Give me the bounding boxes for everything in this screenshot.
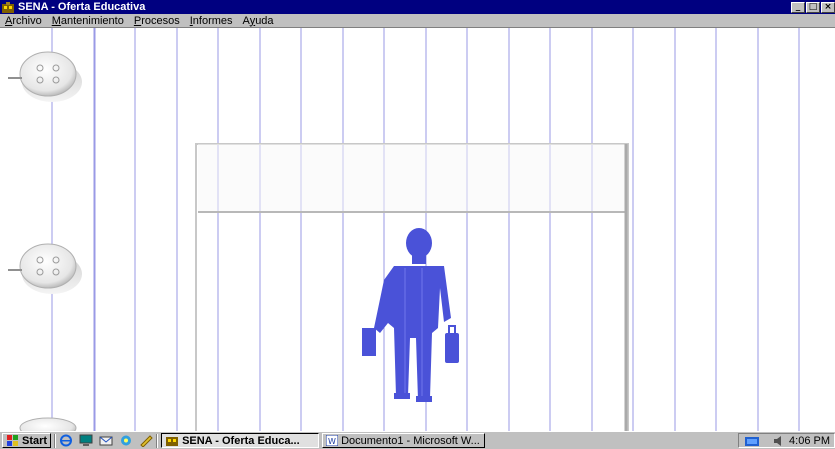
quick-launch	[59, 434, 153, 447]
close-button[interactable]: ×	[821, 1, 835, 13]
pen-icon[interactable]	[139, 434, 153, 447]
internet-explorer-icon[interactable]	[59, 434, 73, 447]
start-button[interactable]: Start	[2, 433, 52, 448]
menu-bar: Archivo Mantenimiento Procesos Informes …	[0, 14, 835, 28]
maximize-button[interactable]: □	[806, 1, 820, 13]
title-bar[interactable]: SENA - Oferta Educativa _ □ ×	[0, 0, 835, 14]
menu-ayuda[interactable]: Ayuda	[238, 15, 279, 27]
word-document-icon: W	[326, 435, 339, 446]
menu-procesos[interactable]: Procesos	[129, 15, 185, 27]
network-icon[interactable]	[745, 435, 767, 447]
app-icon	[166, 437, 179, 446]
menu-informes[interactable]: Informes	[185, 15, 238, 27]
desktop-icon[interactable]	[79, 434, 93, 447]
notebook-background	[0, 28, 835, 431]
taskbar: Start SENA - Oferta Educa... W Documento…	[0, 431, 835, 449]
clock[interactable]: 4:06 PM	[789, 435, 830, 447]
svg-text:W: W	[328, 437, 336, 446]
channels-icon[interactable]	[119, 434, 133, 447]
menu-mantenimiento[interactable]: Mantenimiento	[47, 15, 129, 27]
background-canvas	[0, 28, 835, 431]
app-icon	[2, 1, 14, 13]
task-sena[interactable]: SENA - Oferta Educa...	[161, 433, 320, 448]
windows-logo-icon	[7, 435, 18, 446]
minimize-button[interactable]: _	[791, 1, 805, 13]
taskbar-separator	[156, 433, 159, 448]
menu-archivo[interactable]: Archivo	[0, 15, 47, 27]
system-tray: 4:06 PM	[738, 433, 835, 448]
outlook-icon[interactable]	[99, 434, 113, 447]
task-word[interactable]: W Documento1 - Microsoft W...	[322, 433, 486, 448]
taskbar-separator	[54, 433, 57, 448]
speaker-icon[interactable]	[773, 435, 783, 447]
window-title: SENA - Oferta Educativa	[18, 1, 146, 13]
